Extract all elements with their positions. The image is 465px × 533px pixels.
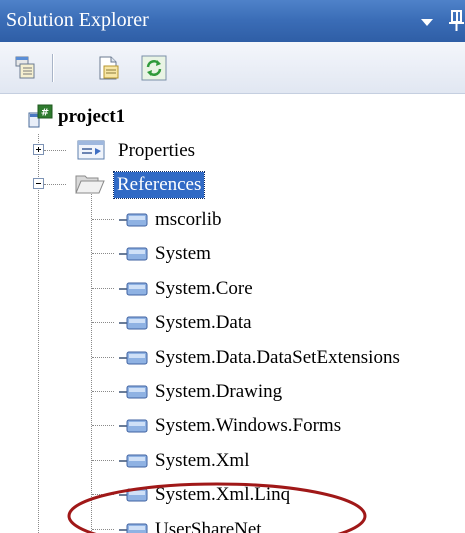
tree-connector bbox=[92, 322, 114, 324]
tree-item-label: System.Drawing bbox=[155, 381, 283, 402]
expand-icon[interactable] bbox=[33, 144, 44, 155]
solution-explorer-panel: Solution Explorer # project1 Properties … bbox=[0, 0, 465, 533]
reference-icon bbox=[119, 213, 148, 227]
reference-icon bbox=[119, 351, 148, 365]
tree-item-label: System.Core bbox=[155, 277, 253, 299]
tree-item-label: System.Data.DataSetExtensions bbox=[155, 346, 400, 368]
solution-tree: # project1 Properties References mscorli… bbox=[0, 94, 465, 533]
tree-connector bbox=[92, 391, 114, 392]
dropdown-arrow-icon[interactable] bbox=[421, 19, 433, 26]
reference-item[interactable]: mscorlib bbox=[0, 203, 465, 237]
reference-item[interactable]: System bbox=[0, 237, 465, 271]
reference-icon bbox=[119, 316, 148, 330]
reference-item[interactable]: System.Drawing bbox=[0, 375, 465, 409]
reference-item[interactable]: System.Data bbox=[0, 306, 465, 340]
tree-connector bbox=[92, 425, 114, 427]
reference-icon bbox=[119, 282, 148, 296]
properties-folder-icon bbox=[77, 140, 105, 160]
reference-icon bbox=[119, 247, 148, 261]
panel-title: Solution Explorer bbox=[6, 9, 149, 31]
show-all-files-icon[interactable] bbox=[14, 55, 40, 81]
tree-item-label: References bbox=[112, 171, 206, 199]
tree-item-references[interactable]: References bbox=[0, 168, 465, 202]
tree-connector bbox=[92, 356, 114, 358]
reference-item[interactable]: System.Xml.Linq bbox=[0, 478, 465, 512]
reference-item[interactable]: System.Data.DataSetExtensions bbox=[0, 341, 465, 375]
properties-icon[interactable] bbox=[96, 55, 122, 81]
reference-item[interactable]: UserShareNet bbox=[0, 513, 465, 533]
tree-item-label: project1 bbox=[58, 106, 126, 127]
tree-item-label: System.Windows.Forms bbox=[155, 415, 342, 437]
tree-item-label: System.Data bbox=[155, 312, 252, 334]
toolbar bbox=[0, 42, 465, 94]
tree-connector bbox=[92, 528, 114, 530]
tree-connector bbox=[44, 150, 66, 151]
tree-connector bbox=[92, 253, 114, 255]
tree-item-project[interactable]: # project1 bbox=[0, 100, 465, 134]
reference-icon bbox=[119, 454, 148, 468]
reference-icon bbox=[119, 488, 148, 502]
tree-item-label: System.Xml.Linq bbox=[155, 484, 291, 506]
tree-item-label: mscorlib bbox=[155, 209, 222, 230]
svg-text:#: # bbox=[41, 108, 49, 119]
tree-item-properties[interactable]: Properties bbox=[0, 134, 465, 168]
reference-icon bbox=[119, 385, 148, 399]
collapse-icon[interactable] bbox=[33, 178, 44, 189]
tree-connector bbox=[92, 219, 114, 220]
pin-icon[interactable] bbox=[448, 10, 465, 32]
reference-item[interactable]: System.Windows.Forms bbox=[0, 409, 465, 443]
tree-connector bbox=[92, 287, 114, 289]
reference-item[interactable]: System.Xml bbox=[0, 444, 465, 478]
tree-item-label: System bbox=[155, 243, 211, 265]
title-bar: Solution Explorer bbox=[0, 0, 465, 42]
open-folder-icon bbox=[75, 175, 105, 194]
toolbar-separator bbox=[52, 54, 54, 82]
tree-connector bbox=[92, 494, 114, 496]
tree-item-label: UserShareNet bbox=[155, 518, 262, 533]
tree-item-label: Properties bbox=[118, 140, 196, 161]
reference-icon bbox=[119, 419, 148, 433]
reference-icon bbox=[119, 523, 148, 533]
csharp-project-icon: # bbox=[28, 104, 53, 128]
tree-connector bbox=[92, 459, 114, 461]
refresh-icon[interactable] bbox=[141, 55, 167, 81]
tree-item-label: System.Xml bbox=[155, 449, 250, 471]
reference-item[interactable]: System.Core bbox=[0, 272, 465, 306]
tree-connector bbox=[44, 184, 66, 185]
